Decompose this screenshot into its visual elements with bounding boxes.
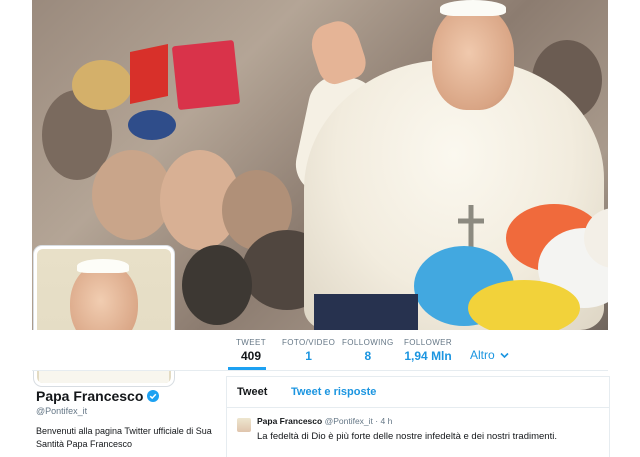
profile-name-row: Papa Francesco [36,388,216,404]
more-button[interactable]: Altro [470,348,509,362]
profile-bio: Benvenuti alla pagina Twitter ufficiale … [36,426,212,449]
tweet-timestamp[interactable]: 4 h [381,416,393,426]
profile-nav: TWEET 409 FOTO/VIDEO 1 FOLLOWING 8 FOLLO… [32,330,608,371]
tweet-text: La fedeltà di Dio è più forte delle nost… [257,431,557,442]
tweet-avatar[interactable] [237,418,251,432]
tab-tweet-e-risposte[interactable]: Tweet e risposte [291,386,376,398]
nav-following[interactable]: FOLLOWING 8 [342,338,394,363]
tweet-separator: · [375,416,379,426]
nav-tweet[interactable]: TWEET 409 [236,338,266,363]
nav-following-label: FOLLOWING [342,338,394,347]
nav-foto-video-label: FOTO/VIDEO [282,338,336,347]
nav-follower[interactable]: FOLLOWER 1,94 Mln [404,338,452,363]
nav-active-underline [228,367,266,370]
chevron-down-icon [500,352,509,359]
tweet-author-handle[interactable]: @Pontifex_it [325,416,373,426]
pink-tablet [171,39,241,111]
feather-plume [414,204,608,330]
tweet-header: Papa Francesco @Pontifex_it · 4 h [257,416,609,426]
nav-foto-video[interactable]: FOTO/VIDEO 1 [282,338,335,363]
timeline: Tweet Tweet e risposte Papa Francesco @P… [226,376,610,457]
profile-card: Papa Francesco @Pontifex_it Benvenuti al… [36,388,216,451]
verified-badge-icon [147,390,160,402]
nav-tweet-count: 409 [240,349,262,363]
nav-foto-video-count: 1 [305,349,312,363]
nav-follower-label: FOLLOWER [404,338,453,347]
more-label: Altro [470,348,495,362]
tweet-item[interactable]: Papa Francesco @Pontifex_it · 4 h La fed… [227,408,609,442]
profile-handle[interactable]: @Pontifex_it [36,406,216,416]
nav-tweet-label: TWEET [236,338,266,347]
nav-follower-count: 1,94 Mln [404,349,452,363]
timeline-tabs: Tweet Tweet e risposte [227,377,609,408]
blue-banner [314,294,418,330]
tweet-author-name[interactable]: Papa Francesco [257,416,322,426]
profile-name[interactable]: Papa Francesco [36,388,143,404]
red-flag [130,43,168,105]
nav-following-count: 8 [364,349,372,363]
tab-tweet[interactable]: Tweet [237,386,267,398]
